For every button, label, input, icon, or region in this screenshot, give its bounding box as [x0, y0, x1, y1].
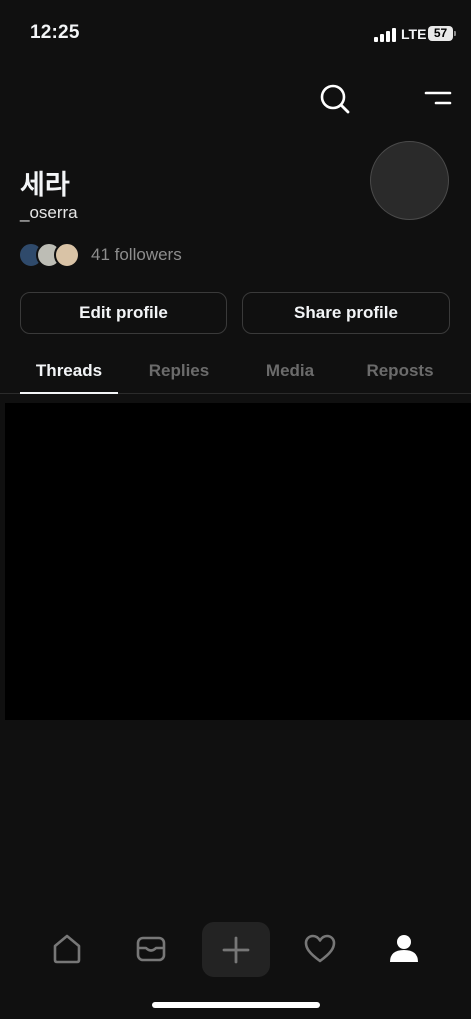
battery-icon: 57: [428, 26, 453, 41]
nav-home-button[interactable]: [37, 921, 97, 977]
battery-level: 57: [433, 26, 448, 40]
nav-activity-button[interactable]: [290, 921, 350, 977]
home-icon: [53, 934, 81, 964]
tab-replies[interactable]: Replies: [124, 361, 234, 381]
activity-heart-icon: [304, 934, 336, 963]
follower-avatar: [54, 242, 80, 268]
profile-display-name: 세라: [20, 170, 70, 201]
inbox-icon: [136, 936, 166, 962]
avatar[interactable]: [370, 141, 449, 220]
compose-icon: [222, 936, 250, 963]
profile-icon: [390, 935, 418, 962]
tab-threads[interactable]: Threads: [14, 361, 124, 381]
cellular-signal-icon: [374, 28, 396, 42]
tab-media[interactable]: Media: [235, 361, 345, 381]
home-indicator[interactable]: [152, 1002, 320, 1008]
battery-cap: [454, 31, 456, 36]
nav-compose-button[interactable]: [202, 922, 270, 977]
tab-reposts[interactable]: Reposts: [345, 361, 455, 381]
network-type: LTE: [401, 26, 427, 42]
active-tab-indicator: [20, 392, 118, 394]
menu-icon: [424, 91, 452, 105]
search-icon: [320, 84, 350, 114]
menu-button[interactable]: [424, 88, 452, 110]
edit-profile-button[interactable]: Edit profile: [20, 292, 227, 334]
status-time: 12:25: [30, 22, 80, 43]
followers-count[interactable]: 41 followers: [91, 245, 182, 265]
thread-content-area: [5, 403, 471, 720]
nav-profile-button[interactable]: [374, 921, 434, 977]
search-button[interactable]: [319, 83, 351, 115]
profile-handle: _oserra: [20, 203, 78, 222]
share-profile-button[interactable]: Share profile: [242, 292, 450, 334]
nav-inbox-button[interactable]: [121, 921, 181, 977]
